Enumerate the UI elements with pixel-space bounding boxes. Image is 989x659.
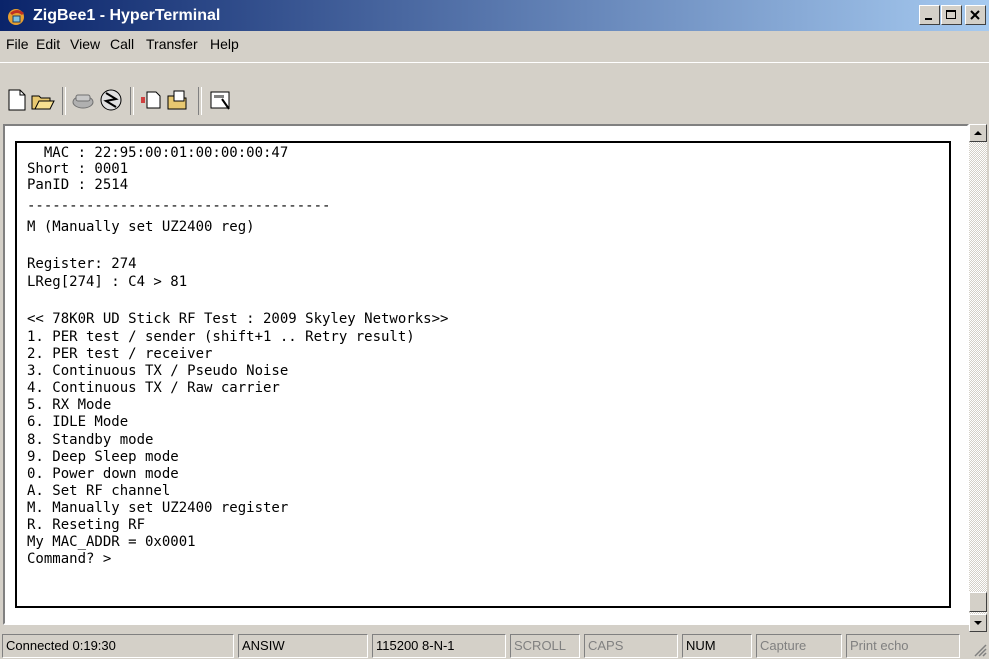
- open-button[interactable]: [30, 87, 56, 113]
- menu-file[interactable]: File: [6, 36, 29, 52]
- terminal-line: 9. Deep Sleep mode: [27, 449, 179, 465]
- menu-transfer[interactable]: Transfer: [146, 36, 198, 52]
- terminal-line: 5. RX Mode: [27, 397, 112, 413]
- terminal-line: Short : 0001: [27, 161, 129, 177]
- terminal-line: 3. Continuous TX / Pseudo Noise: [27, 363, 289, 379]
- terminal-line: My MAC_ADDR = 0x0001: [27, 534, 196, 550]
- terminal-line: 4. Continuous TX / Raw carrier: [27, 380, 280, 396]
- close-button[interactable]: [965, 5, 986, 25]
- terminal-line: 0. Power down mode: [27, 466, 179, 482]
- terminal-output[interactable]: MAC : 22:95:00:01:00:00:00:47 Short : 00…: [15, 141, 951, 608]
- terminal-line: M (Manually set UZ2400 reg): [27, 219, 255, 235]
- status-num: NUM: [682, 634, 752, 658]
- arrow-up-icon: [974, 131, 982, 135]
- resize-grip-icon[interactable]: [973, 643, 987, 657]
- terminal-line: R. Reseting RF: [27, 517, 146, 533]
- terminal-line: 8. Standby mode: [27, 432, 154, 448]
- terminal-line: A. Set RF channel: [27, 483, 171, 499]
- toolbar-separator: [130, 87, 134, 115]
- receive-icon: [167, 90, 187, 110]
- toolbar-separator: [62, 87, 66, 115]
- toolbar: [0, 62, 989, 123]
- scroll-thumb[interactable]: [969, 592, 987, 612]
- status-print-echo: Print echo: [846, 634, 960, 658]
- disconnect-button[interactable]: [70, 87, 96, 113]
- terminal-line: Register: 274: [27, 256, 137, 272]
- maximize-icon: [946, 10, 956, 19]
- minimize-icon: [925, 18, 932, 20]
- hyperterminal-app-icon: [8, 9, 24, 25]
- open-icon: [31, 95, 55, 110]
- terminal-line: 2. PER test / receiver: [27, 346, 213, 362]
- terminal-line: Command? >: [27, 551, 112, 567]
- minimize-button[interactable]: [919, 5, 940, 25]
- terminal-frame: MAC : 22:95:00:01:00:00:00:47 Short : 00…: [3, 124, 969, 625]
- receive-button[interactable]: [166, 87, 192, 113]
- dial-button[interactable]: [98, 87, 124, 113]
- scroll-up-button[interactable]: [969, 124, 987, 142]
- new-button[interactable]: [4, 87, 30, 113]
- status-connected: Connected 0:19:30: [2, 634, 234, 658]
- menu-call[interactable]: Call: [110, 36, 134, 52]
- status-emulation: ANSIW: [238, 634, 368, 658]
- disconnect-icon: [72, 94, 94, 109]
- properties-button[interactable]: [208, 87, 234, 113]
- vertical-scrollbar[interactable]: [969, 124, 987, 632]
- terminal-line: << 78K0R UD Stick RF Test : 2009 Skyley …: [27, 311, 449, 327]
- arrow-down-icon: [974, 621, 982, 625]
- status-bar: Connected 0:19:30 ANSIW 115200 8-N-1 SCR…: [0, 632, 989, 659]
- terminal-line: 6. IDLE Mode: [27, 414, 129, 430]
- terminal-line: LReg[274] : C4 > 81: [27, 274, 188, 290]
- new-icon: [8, 89, 26, 111]
- terminal-line: PanID : 2514: [27, 177, 129, 193]
- terminal-line: ------------------------------------: [27, 198, 331, 214]
- terminal-line: MAC : 22:95:00:01:00:00:00:47: [27, 145, 289, 161]
- status-caps: CAPS: [584, 634, 678, 658]
- menu-help[interactable]: Help: [210, 36, 239, 52]
- menu-edit[interactable]: Edit: [36, 36, 60, 52]
- title-bar[interactable]: ZigBee1 - HyperTerminal: [0, 0, 989, 31]
- maximize-button[interactable]: [941, 5, 962, 25]
- scroll-down-button[interactable]: [969, 614, 987, 632]
- terminal-line: 1. PER test / sender (shift+1 .. Retry r…: [27, 329, 415, 345]
- dial-icon: [100, 89, 122, 111]
- terminal-line: M. Manually set UZ2400 register: [27, 500, 289, 516]
- menu-view[interactable]: View: [70, 36, 100, 52]
- toolbar-separator: [198, 87, 202, 115]
- menu-bar: File Edit View Call Transfer Help: [0, 31, 989, 59]
- status-scroll: SCROLL: [510, 634, 580, 658]
- send-icon: [141, 91, 161, 109]
- window-title: ZigBee1 - HyperTerminal: [33, 7, 221, 24]
- status-port-settings: 115200 8-N-1: [372, 634, 506, 658]
- close-icon: [970, 10, 980, 20]
- status-capture: Capture: [756, 634, 842, 658]
- send-button[interactable]: [138, 87, 164, 113]
- properties-icon: [210, 91, 230, 110]
